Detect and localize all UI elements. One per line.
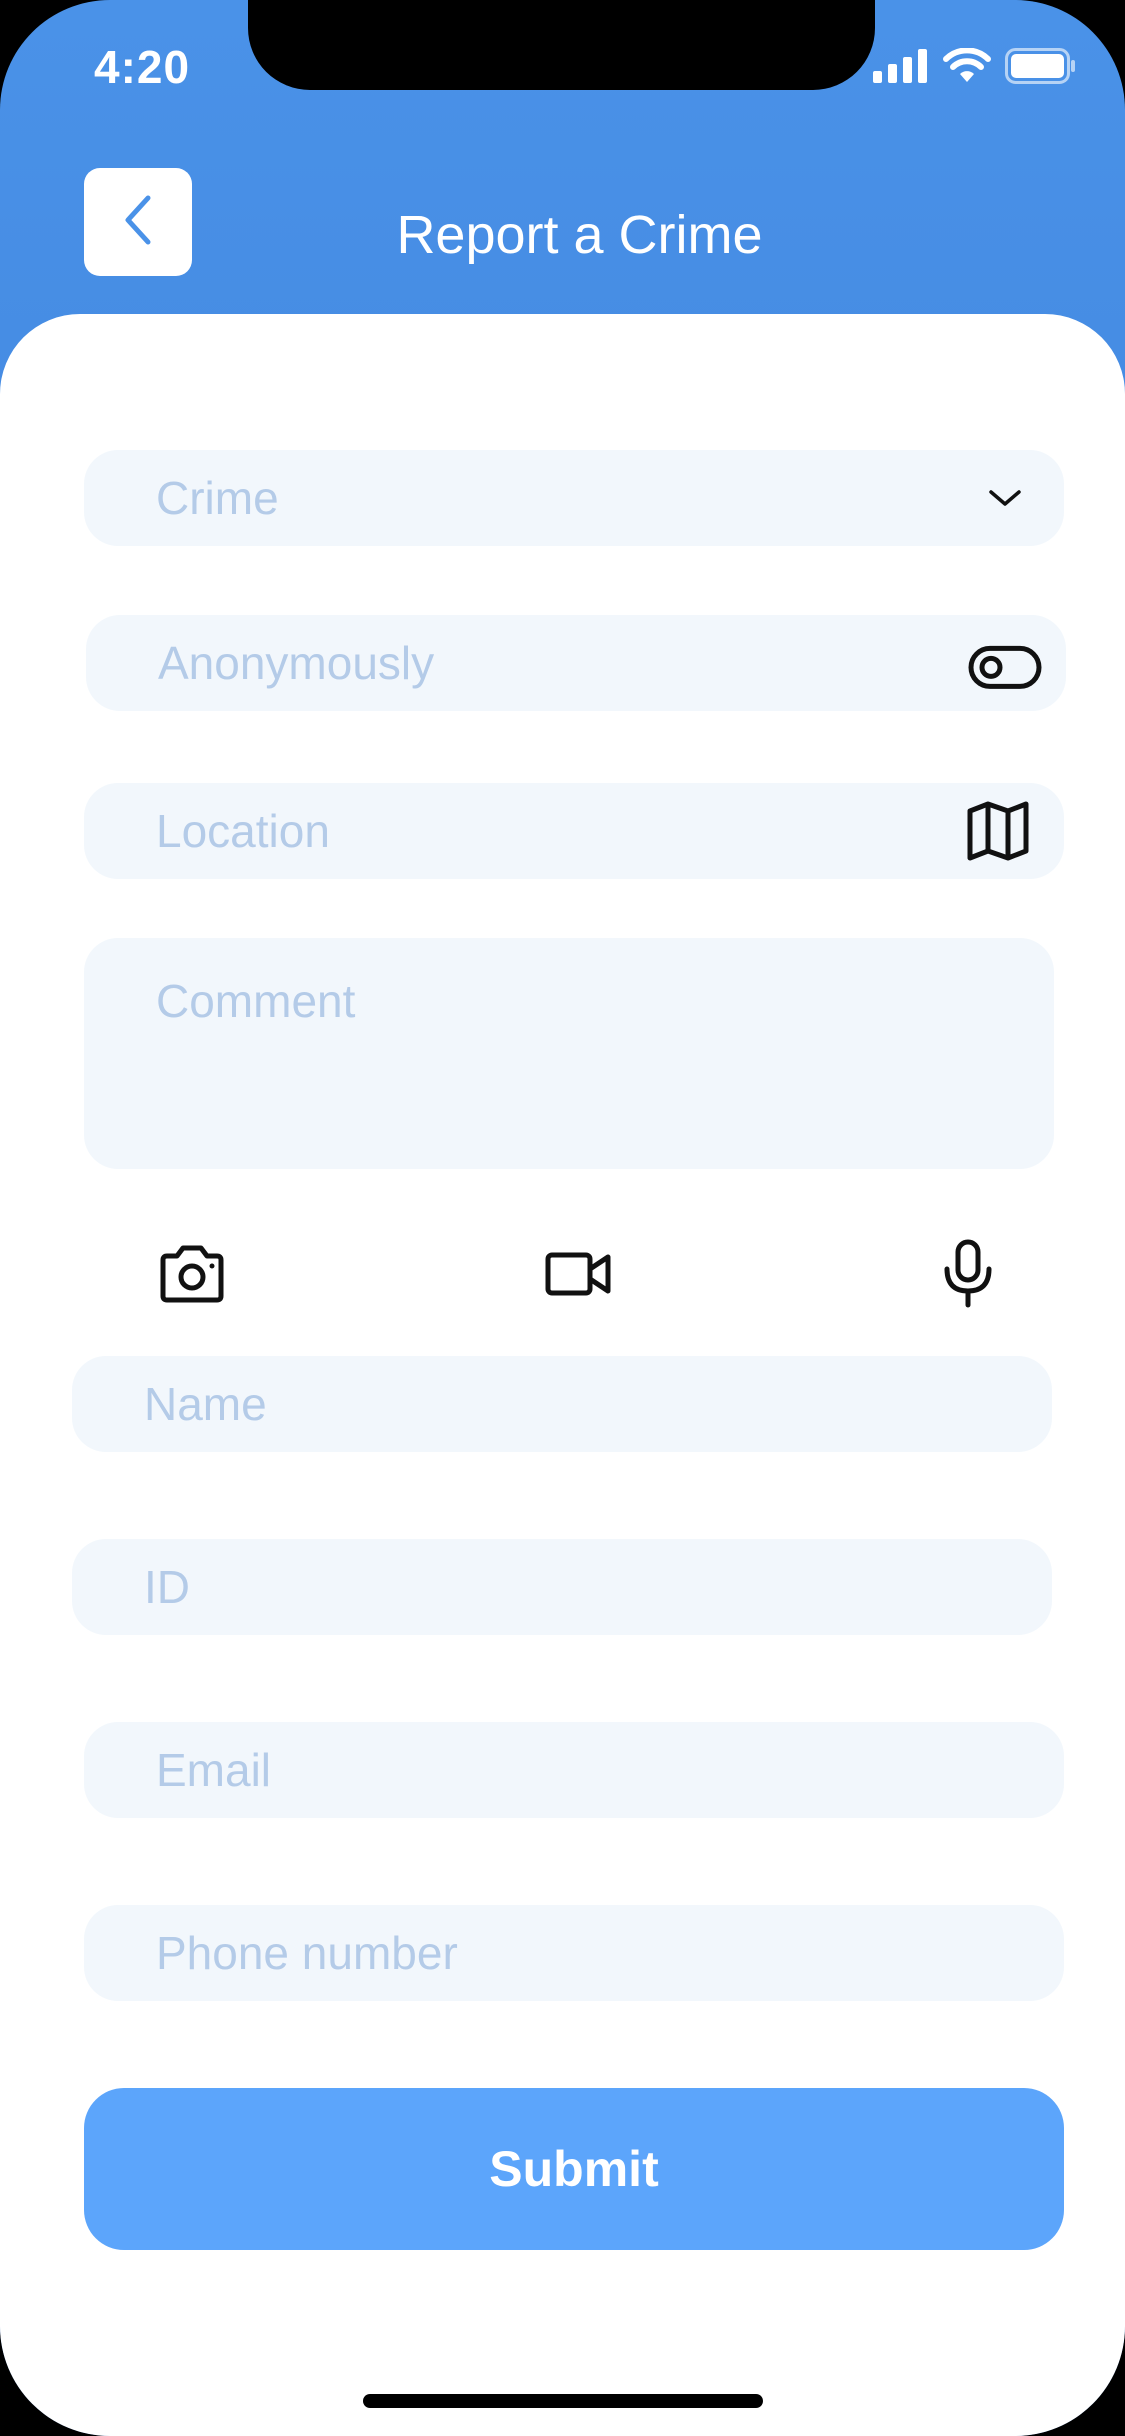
chevron-down-icon (988, 488, 1022, 508)
name-placeholder: Name (144, 1378, 267, 1430)
comment-textarea[interactable]: Comment (84, 938, 1054, 1169)
submit-button[interactable]: Submit (84, 2088, 1064, 2250)
camera-icon (157, 1244, 227, 1309)
phone-number-field[interactable]: Phone number (84, 1905, 1064, 2001)
anonymously-field: Anonymously (86, 615, 1066, 711)
video-camera-icon (544, 1249, 614, 1304)
microphone-icon (941, 1239, 995, 1314)
wifi-icon (943, 47, 991, 89)
email-placeholder: Email (156, 1744, 272, 1796)
page-title: Report a Crime (396, 205, 763, 265)
id-field[interactable]: ID (72, 1539, 1052, 1635)
id-placeholder: ID (144, 1561, 190, 1613)
video-button[interactable] (534, 1240, 624, 1312)
comment-placeholder: Comment (156, 975, 356, 1027)
status-time: 4:20 (94, 41, 191, 93)
camera-button[interactable] (147, 1240, 237, 1312)
crime-select[interactable]: Crime (84, 450, 1064, 546)
name-field[interactable]: Name (72, 1356, 1052, 1452)
crime-select-placeholder: Crime (156, 472, 279, 524)
map-icon[interactable] (966, 801, 1030, 861)
cellular-signal-icon (873, 49, 929, 88)
home-indicator (363, 2394, 763, 2408)
anonymously-label: Anonymously (158, 637, 435, 689)
microphone-button[interactable] (923, 1239, 1013, 1314)
device-notch (248, 0, 875, 90)
battery-icon (1005, 48, 1077, 89)
email-field[interactable]: Email (84, 1722, 1064, 1818)
location-field[interactable]: Location (84, 783, 1064, 879)
phone-screen: 4:20 Report a Crime Crime Anonymously Lo… (0, 0, 1125, 2436)
status-icons (873, 47, 1077, 89)
phone-number-placeholder: Phone number (156, 1927, 458, 1979)
toggle-icon[interactable] (968, 645, 1042, 689)
location-placeholder: Location (156, 805, 330, 857)
